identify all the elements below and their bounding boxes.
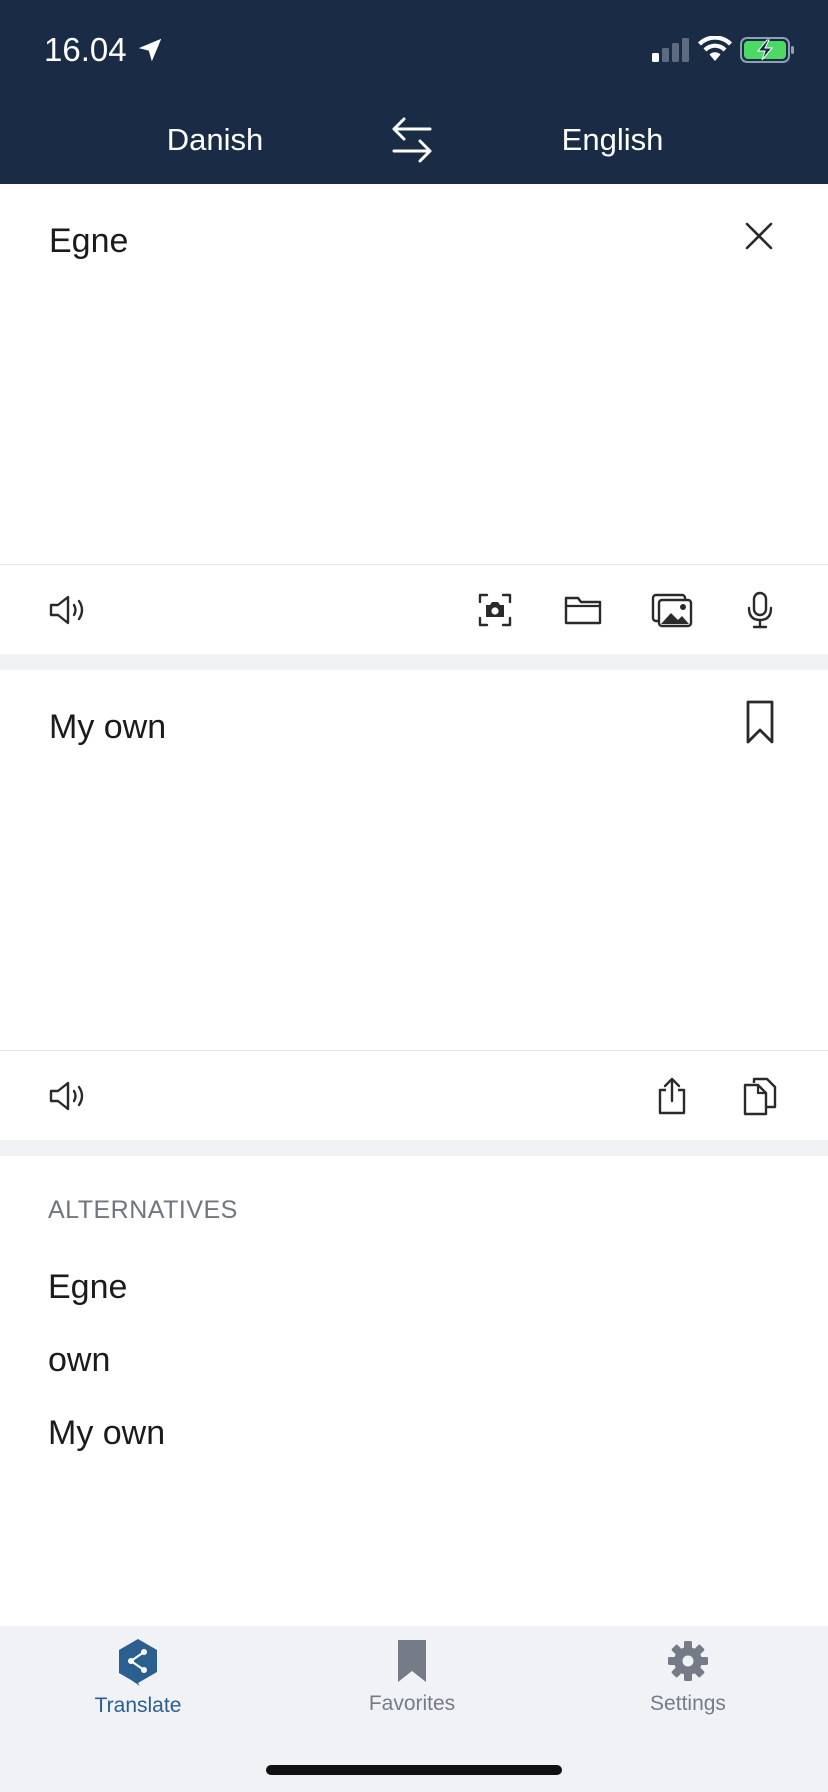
copy-translation-button[interactable] [732, 1068, 788, 1124]
alternative-item[interactable]: own [48, 1335, 110, 1385]
location-arrow-icon [138, 38, 161, 62]
deepl-logo-icon [119, 1639, 157, 1686]
folder-icon [564, 596, 602, 625]
microphone-icon [747, 591, 773, 629]
tab-settings-label: Settings [650, 1692, 726, 1715]
speaker-icon [49, 1081, 84, 1111]
open-document-button[interactable] [555, 582, 611, 638]
share-translation-button[interactable] [644, 1068, 700, 1124]
tab-settings[interactable]: Settings [598, 1638, 778, 1738]
source-text-input[interactable]: Egne [49, 222, 128, 261]
clear-input-button[interactable] [731, 208, 787, 264]
status-bar-time: 16.04 [44, 30, 165, 70]
status-time-text: 16.04 [44, 31, 127, 68]
target-language-selector[interactable]: English [505, 118, 720, 162]
swap-languages-button[interactable] [384, 112, 440, 168]
alternative-item[interactable]: My own [48, 1408, 165, 1458]
source-language-label: Danish [166, 122, 264, 157]
tab-translate[interactable]: Translate [48, 1638, 228, 1738]
bookmark-icon [746, 700, 774, 744]
close-icon [745, 222, 773, 250]
home-indicator [266, 1765, 562, 1775]
cellular-signal-icon [652, 38, 689, 62]
speaker-icon [49, 595, 84, 625]
bookmark-icon [398, 1640, 426, 1682]
target-language-label: English [561, 122, 664, 157]
camera-scan-icon [478, 593, 512, 627]
source-language-selector[interactable]: Danish [110, 118, 320, 162]
photo-library-button[interactable] [644, 582, 700, 638]
alternatives-heading: ALTERNATIVES [48, 1196, 238, 1224]
photos-icon [651, 593, 693, 628]
copy-icon [743, 1077, 777, 1116]
camera-translate-button[interactable] [467, 582, 523, 638]
gear-icon [668, 1641, 708, 1681]
swap-arrows-icon [392, 117, 432, 163]
tab-favorites[interactable]: Favorites [322, 1638, 502, 1738]
tab-favorites-label: Favorites [368, 1692, 456, 1715]
input-divider [0, 564, 828, 565]
battery-charging-icon [740, 37, 794, 63]
panel-separator [0, 654, 828, 670]
save-favorite-button[interactable] [732, 694, 788, 750]
share-icon [658, 1077, 686, 1115]
panel-separator [0, 1140, 828, 1156]
translated-text: My own [49, 708, 167, 746]
output-divider [0, 1050, 828, 1051]
listen-source-button[interactable] [40, 582, 96, 638]
wifi-icon [698, 36, 732, 61]
tab-translate-label: Translate [94, 1694, 182, 1717]
alternative-item[interactable]: Egne [48, 1262, 127, 1312]
listen-translation-button[interactable] [40, 1068, 96, 1124]
voice-input-button[interactable] [732, 582, 788, 638]
